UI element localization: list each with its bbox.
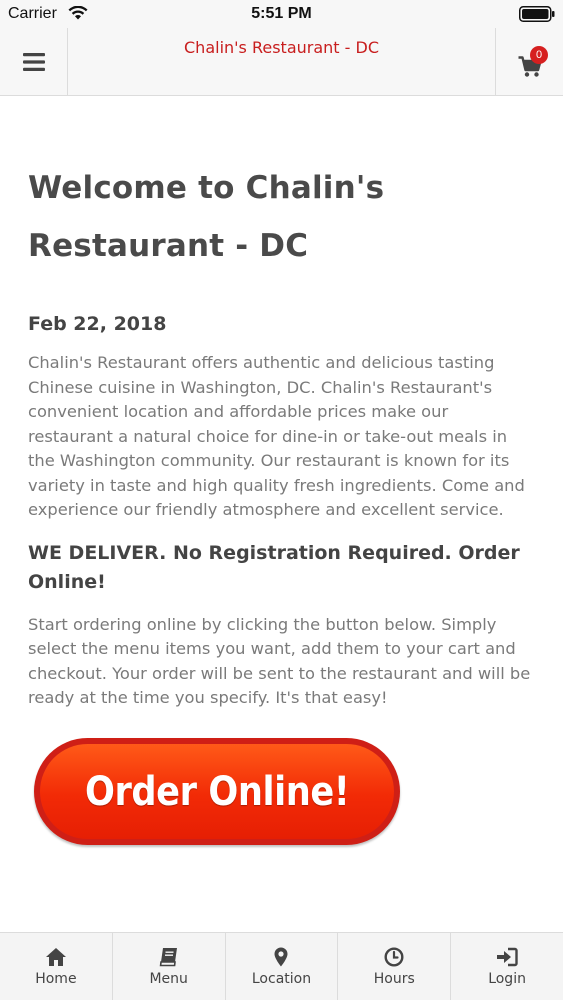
nav-label-login: Login	[488, 971, 526, 987]
nav-label-menu: Menu	[149, 971, 188, 987]
post-date: Feb 22, 2018	[28, 313, 167, 335]
delivery-heading: WE DELIVER. No Registration Required. Or…	[28, 541, 520, 593]
ordering-instructions: Start ordering online by clicking the bu…	[28, 614, 531, 708]
status-bar: Carrier 5:51 PM	[0, 0, 563, 28]
nav-item-home[interactable]: Home	[0, 933, 113, 1000]
map-pin-icon	[274, 947, 288, 967]
nav-item-hours[interactable]: Hours	[338, 933, 452, 1000]
book-icon	[159, 948, 177, 967]
nav-item-login[interactable]: Login	[451, 933, 563, 1000]
restaurant-description: Chalin's Restaurant offers authentic and…	[28, 353, 525, 519]
nav-item-location[interactable]: Location	[226, 933, 339, 1000]
app-header: Chalin's Restaurant - DC 0	[0, 28, 563, 96]
sign-in-icon	[497, 947, 518, 967]
order-online-button[interactable]: Order Online!	[34, 738, 400, 845]
bottom-navigation: Home Menu Location Hours Login	[0, 932, 563, 1000]
nav-label-location: Location	[251, 971, 312, 987]
cart-button[interactable]: 0	[495, 28, 563, 96]
header-title: Chalin's Restaurant - DC	[184, 38, 379, 57]
hamburger-menu-button[interactable]	[0, 28, 68, 96]
status-time: 5:51 PM	[251, 5, 312, 22]
battery-icon	[519, 6, 555, 22]
order-online-label: Order Online!	[84, 768, 350, 815]
hamburger-icon	[22, 53, 45, 71]
clock-icon	[384, 947, 404, 967]
nav-item-menu[interactable]: Menu	[113, 933, 226, 1000]
nav-label-hours: Hours	[373, 971, 415, 987]
cart-count-badge: 0	[530, 46, 548, 64]
home-icon	[45, 948, 66, 966]
order-online-button-face: Order Online!	[40, 744, 394, 839]
nav-label-home: Home	[35, 971, 77, 987]
page-title: Welcome to Chalin's Restaurant - DC	[28, 170, 385, 264]
main-content: Welcome to Chalin's Restaurant - DC Feb …	[28, 97, 538, 711]
